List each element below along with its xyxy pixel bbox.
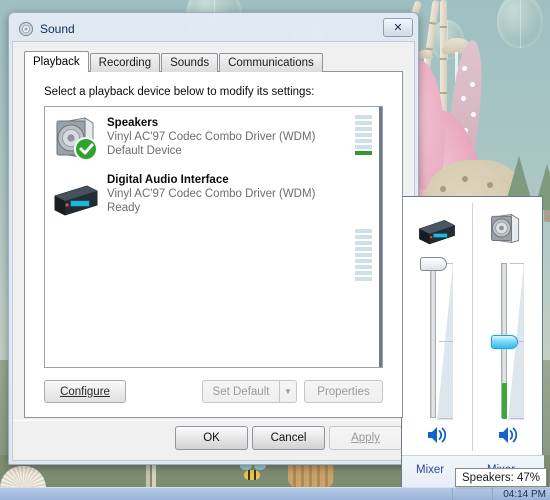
mixer-tick-bottom bbox=[439, 418, 453, 419]
title-bar[interactable]: Sound ✕ bbox=[12, 16, 415, 41]
mixer-tick-mid bbox=[439, 341, 453, 342]
device-driver: Vinyl AC'97 Codec Combo Driver (WDM) bbox=[107, 131, 316, 143]
wallpaper-dot bbox=[462, 176, 468, 182]
wallpaper-grass bbox=[146, 462, 150, 488]
set-default-button[interactable]: Set Default bbox=[202, 380, 279, 403]
taskbar[interactable]: 04:14 PM bbox=[0, 487, 550, 500]
wallpaper-dot bbox=[440, 186, 446, 192]
volume-speaker-icon[interactable] bbox=[425, 425, 449, 445]
wallpaper-dot bbox=[470, 82, 475, 87]
volume-tooltip: Speakers: 47% bbox=[455, 468, 547, 487]
digital-audio-device-icon[interactable] bbox=[417, 211, 457, 245]
cancel-button[interactable]: Cancel bbox=[252, 426, 325, 450]
wallpaper-dot bbox=[461, 96, 466, 101]
device-status: Default Device bbox=[107, 145, 182, 157]
tray-divider bbox=[492, 488, 493, 500]
volume-slider-fill-speakers bbox=[502, 383, 507, 419]
wallpaper-bee bbox=[244, 470, 260, 480]
device-text-block: Speakers Vinyl AC'97 Codec Combo Driver … bbox=[107, 113, 315, 164]
properties-button-label: Properties bbox=[317, 385, 370, 398]
set-default-arrow-glyph: ▼ bbox=[284, 387, 292, 396]
tab-playback[interactable]: Playback bbox=[24, 51, 89, 72]
device-status: Ready bbox=[107, 202, 141, 214]
wallpaper-pod bbox=[497, 0, 543, 48]
volume-slider-track-digital-audio[interactable] bbox=[430, 263, 436, 418]
mixer-tick-bottom bbox=[510, 418, 524, 419]
tray-divider bbox=[452, 488, 453, 500]
volume-mixer-flyout[interactable]: Mixer Mixer bbox=[401, 196, 544, 487]
tab-recording[interactable]: Recording bbox=[89, 53, 161, 72]
device-name: Speakers bbox=[107, 117, 159, 129]
digital-audio-device-icon bbox=[51, 170, 99, 218]
properties-button[interactable]: Properties bbox=[304, 380, 383, 403]
volume-slider-thumb-digital-audio[interactable] bbox=[420, 257, 447, 271]
configure-button-label: Configure bbox=[60, 385, 110, 398]
ok-button[interactable]: OK bbox=[175, 426, 248, 450]
instruction-text: Select a playback device below to modify… bbox=[44, 86, 315, 98]
device-driver: Vinyl AC'97 Codec Combo Driver (WDM) bbox=[107, 188, 316, 200]
tab-page-seam bbox=[25, 71, 83, 73]
list-item[interactable]: Digital Audio Interface Vinyl AC'97 Code… bbox=[45, 164, 382, 281]
ok-button-label: OK bbox=[203, 432, 220, 444]
device-text-block: Digital Audio Interface Vinyl AC'97 Code… bbox=[107, 170, 315, 221]
wallpaper-dot bbox=[471, 112, 476, 117]
wallpaper-dot bbox=[462, 66, 467, 71]
sound-speaker-icon bbox=[18, 21, 34, 37]
tab-communications[interactable]: Communications bbox=[219, 53, 323, 72]
mixer-column-speakers bbox=[473, 197, 543, 455]
cancel-button-label: Cancel bbox=[270, 432, 307, 444]
tab-strip: Playback Recording Sounds Communications bbox=[24, 51, 324, 72]
set-default-split-button[interactable]: Set Default ▼ bbox=[202, 380, 297, 403]
wallpaper-dot bbox=[487, 182, 493, 188]
dialog-body: Playback Recording Sounds Communications… bbox=[12, 41, 415, 461]
close-icon[interactable]: ✕ bbox=[383, 18, 413, 37]
tab-page-playback: Select a playback device below to modify… bbox=[24, 71, 403, 418]
configure-button[interactable]: Configure bbox=[44, 380, 126, 403]
chevron-down-icon[interactable]: ▼ bbox=[279, 380, 297, 403]
mixer-tick-top bbox=[510, 263, 524, 264]
list-item[interactable]: Speakers Vinyl AC'97 Codec Combo Driver … bbox=[45, 107, 382, 167]
volume-speaker-icon[interactable] bbox=[496, 425, 520, 445]
apply-button[interactable]: Apply bbox=[329, 426, 402, 450]
device-name: Digital Audio Interface bbox=[107, 174, 229, 186]
level-meter bbox=[355, 115, 372, 169]
footer-divider bbox=[13, 420, 414, 421]
level-meter bbox=[355, 229, 372, 283]
taskbar-clock[interactable]: 04:14 PM bbox=[503, 489, 546, 500]
speaker-device-icon bbox=[51, 113, 99, 161]
set-default-button-label: Set Default bbox=[212, 385, 270, 398]
tab-sounds[interactable]: Sounds bbox=[161, 53, 219, 72]
apply-button-label: Apply bbox=[351, 432, 380, 444]
playback-device-list[interactable]: Speakers Vinyl AC'97 Codec Combo Driver … bbox=[44, 106, 383, 368]
mixer-link-digital-audio[interactable]: Mixer bbox=[416, 464, 444, 476]
sound-dialog-window[interactable]: Sound ✕ Playback Recording Sounds Commun… bbox=[8, 12, 419, 465]
list-scrollbar[interactable] bbox=[379, 107, 382, 367]
window-title: Sound bbox=[40, 21, 75, 36]
speaker-device-icon[interactable] bbox=[488, 211, 528, 245]
volume-slider-thumb-speakers[interactable] bbox=[491, 335, 518, 349]
mixer-column-digital-audio bbox=[402, 197, 472, 455]
